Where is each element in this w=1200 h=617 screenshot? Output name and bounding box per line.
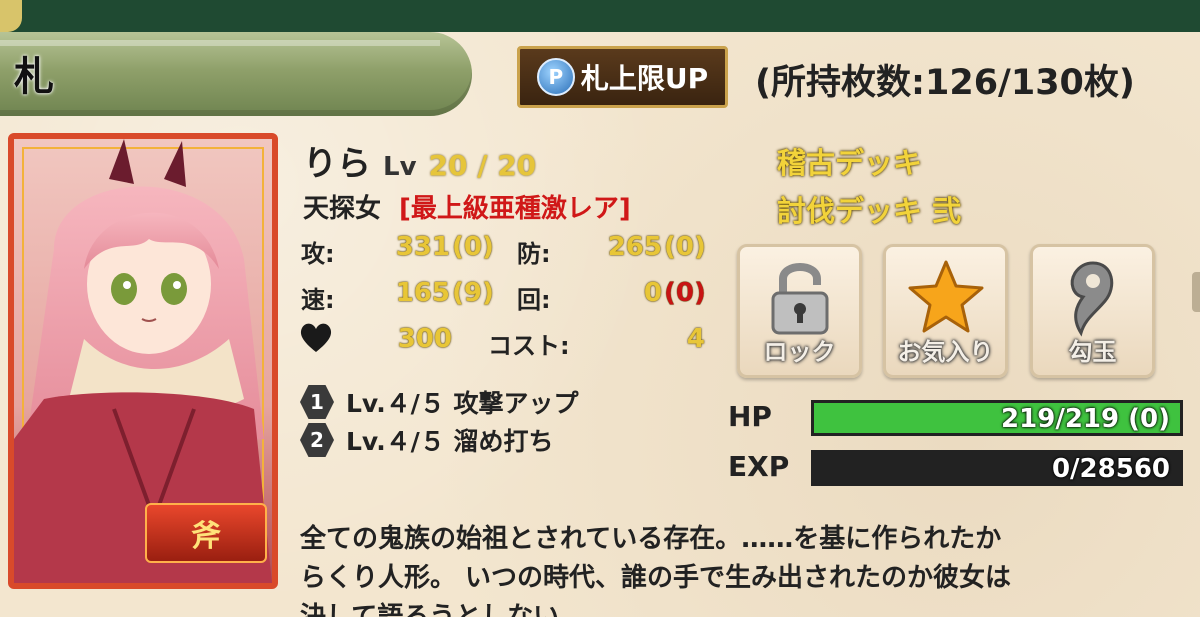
atk-bonus: (0) (452, 232, 494, 262)
spd-value: 165 (395, 278, 450, 308)
cost-value: 4 (686, 324, 705, 354)
hp-label: HP (728, 400, 772, 433)
def-label: 防: (517, 240, 551, 268)
hp-bar: 219/219 (0) (811, 400, 1183, 436)
hp-text: 219/219 (0) (1001, 404, 1170, 434)
skill-row-1[interactable]: 1 Lv.４/５ 攻撃アップ (300, 384, 579, 420)
lock-button[interactable]: ロック (737, 244, 862, 378)
character-name: りら (303, 144, 371, 184)
lock-label: ロック (763, 338, 836, 366)
skill-text: Lv.４/５ 攻撃アップ (346, 389, 579, 418)
page-title: 札 (14, 53, 54, 100)
exp-text: 0/28560 (1051, 454, 1170, 484)
star-icon (908, 260, 983, 333)
atk-value: 331 (395, 232, 450, 262)
cost-label: コスト: (488, 332, 570, 360)
type-line: 天探女 [最上級亜種激レア] (303, 188, 631, 225)
limit-up-button[interactable]: P 札上限UP (517, 46, 728, 108)
favorite-button[interactable]: お気入り (883, 244, 1008, 378)
atk-label: 攻: (301, 240, 335, 268)
magatama-label: 勾玉 (1068, 338, 1117, 366)
card-description: 全ての鬼族の始祖とされている存在。……を基に作られたか らくり人形。 いつの時代… (300, 524, 1012, 617)
premium-p-icon: P (536, 58, 575, 96)
eva-value: 0 (643, 278, 662, 308)
skill-row-2[interactable]: 2 Lv.４/５ 溜め打ち (300, 422, 554, 458)
banner-stripe (0, 40, 440, 46)
rarity-label: [最上級亜種激レア] (399, 194, 631, 224)
skill-text: Lv.４/５ 溜め打ち (346, 427, 554, 456)
title-banner (0, 32, 472, 116)
favorite-label: お気入り (897, 338, 994, 366)
character-type: 天探女 (303, 194, 382, 224)
spd-bonus: (9) (452, 278, 494, 308)
exp-bar: 0/28560 (811, 450, 1183, 486)
def-value: 265 (607, 232, 662, 262)
spd-label: 速: (301, 286, 335, 314)
heart-icon (300, 323, 332, 352)
deck-subjugation-2[interactable]: 討伐デッキ 弐 (777, 188, 961, 230)
magatama-button[interactable]: 勾玉 (1030, 244, 1155, 378)
eva-bonus: (0) (664, 278, 706, 308)
top-bar (0, 0, 1200, 32)
level-label: Lv (383, 152, 417, 182)
element-badge: 斧 (145, 503, 267, 563)
side-scroll-tab[interactable] (1192, 272, 1200, 312)
limit-up-label: 札上限UP (580, 62, 709, 95)
exp-label: EXP (728, 450, 790, 483)
eva-label: 回: (517, 286, 551, 314)
skill-number-badge: 1 (300, 385, 334, 419)
skill-number-badge: 2 (300, 423, 334, 457)
corner-ornament (0, 0, 22, 32)
magatama-icon (1070, 261, 1113, 337)
def-bonus: (0) (664, 232, 706, 262)
name-line: りら Lv 20 / 20 (303, 136, 536, 185)
element-label: 斧 (191, 519, 221, 554)
deck-practice[interactable]: 稽古デッキ (777, 140, 922, 182)
lock-open-icon (771, 263, 828, 335)
card-count: (所持枚数:126/130枚) (755, 63, 1135, 103)
level-value: 20 / 20 (428, 149, 537, 182)
heart-value: 300 (397, 324, 452, 354)
